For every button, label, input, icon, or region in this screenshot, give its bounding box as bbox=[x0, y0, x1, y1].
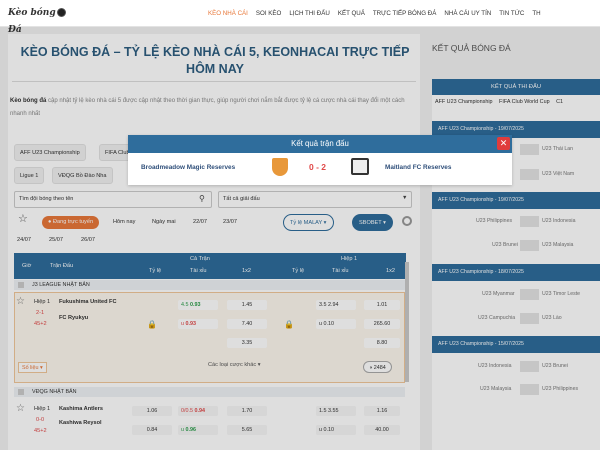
nav-tin-tuc[interactable]: TIN TỨC bbox=[495, 0, 528, 27]
site-logo[interactable]: Kèo bóngĐá bbox=[8, 5, 66, 35]
away-team-logo bbox=[351, 158, 369, 175]
nav-soi-keo[interactable]: SOI KÈO bbox=[252, 0, 285, 27]
nav-keo-nha-cai[interactable]: KÈO NHÀ CÁI bbox=[204, 0, 252, 27]
nav-ket-qua[interactable]: KẾT QUẢ bbox=[334, 0, 369, 27]
nav-nha-cai-uy-tin[interactable]: NHÀ CÁI UY TÍN bbox=[440, 0, 495, 27]
close-icon[interactable]: ✕ bbox=[497, 137, 510, 150]
modal-away-team: Maitland FC Reserves bbox=[385, 164, 452, 171]
ball-icon bbox=[56, 8, 66, 17]
modal-backdrop[interactable] bbox=[0, 27, 600, 450]
home-team-logo bbox=[272, 158, 288, 176]
modal-score: 0 - 2 bbox=[309, 162, 327, 172]
nav-truc-tiep[interactable]: TRỰC TIẾP BÓNG ĐÁ bbox=[369, 0, 441, 27]
modal-home-team: Broadmeadow Magic Reserves bbox=[141, 164, 236, 171]
modal-title: Kết quả trận đấu bbox=[128, 135, 512, 153]
nav-more[interactable]: TH bbox=[528, 0, 544, 27]
main-nav: KÈO NHÀ CÁI SOI KÈO LỊCH THI ĐẤU KẾT QUẢ… bbox=[204, 0, 545, 27]
nav-lich-thi-dau[interactable]: LỊCH THI ĐẤU bbox=[285, 0, 333, 27]
